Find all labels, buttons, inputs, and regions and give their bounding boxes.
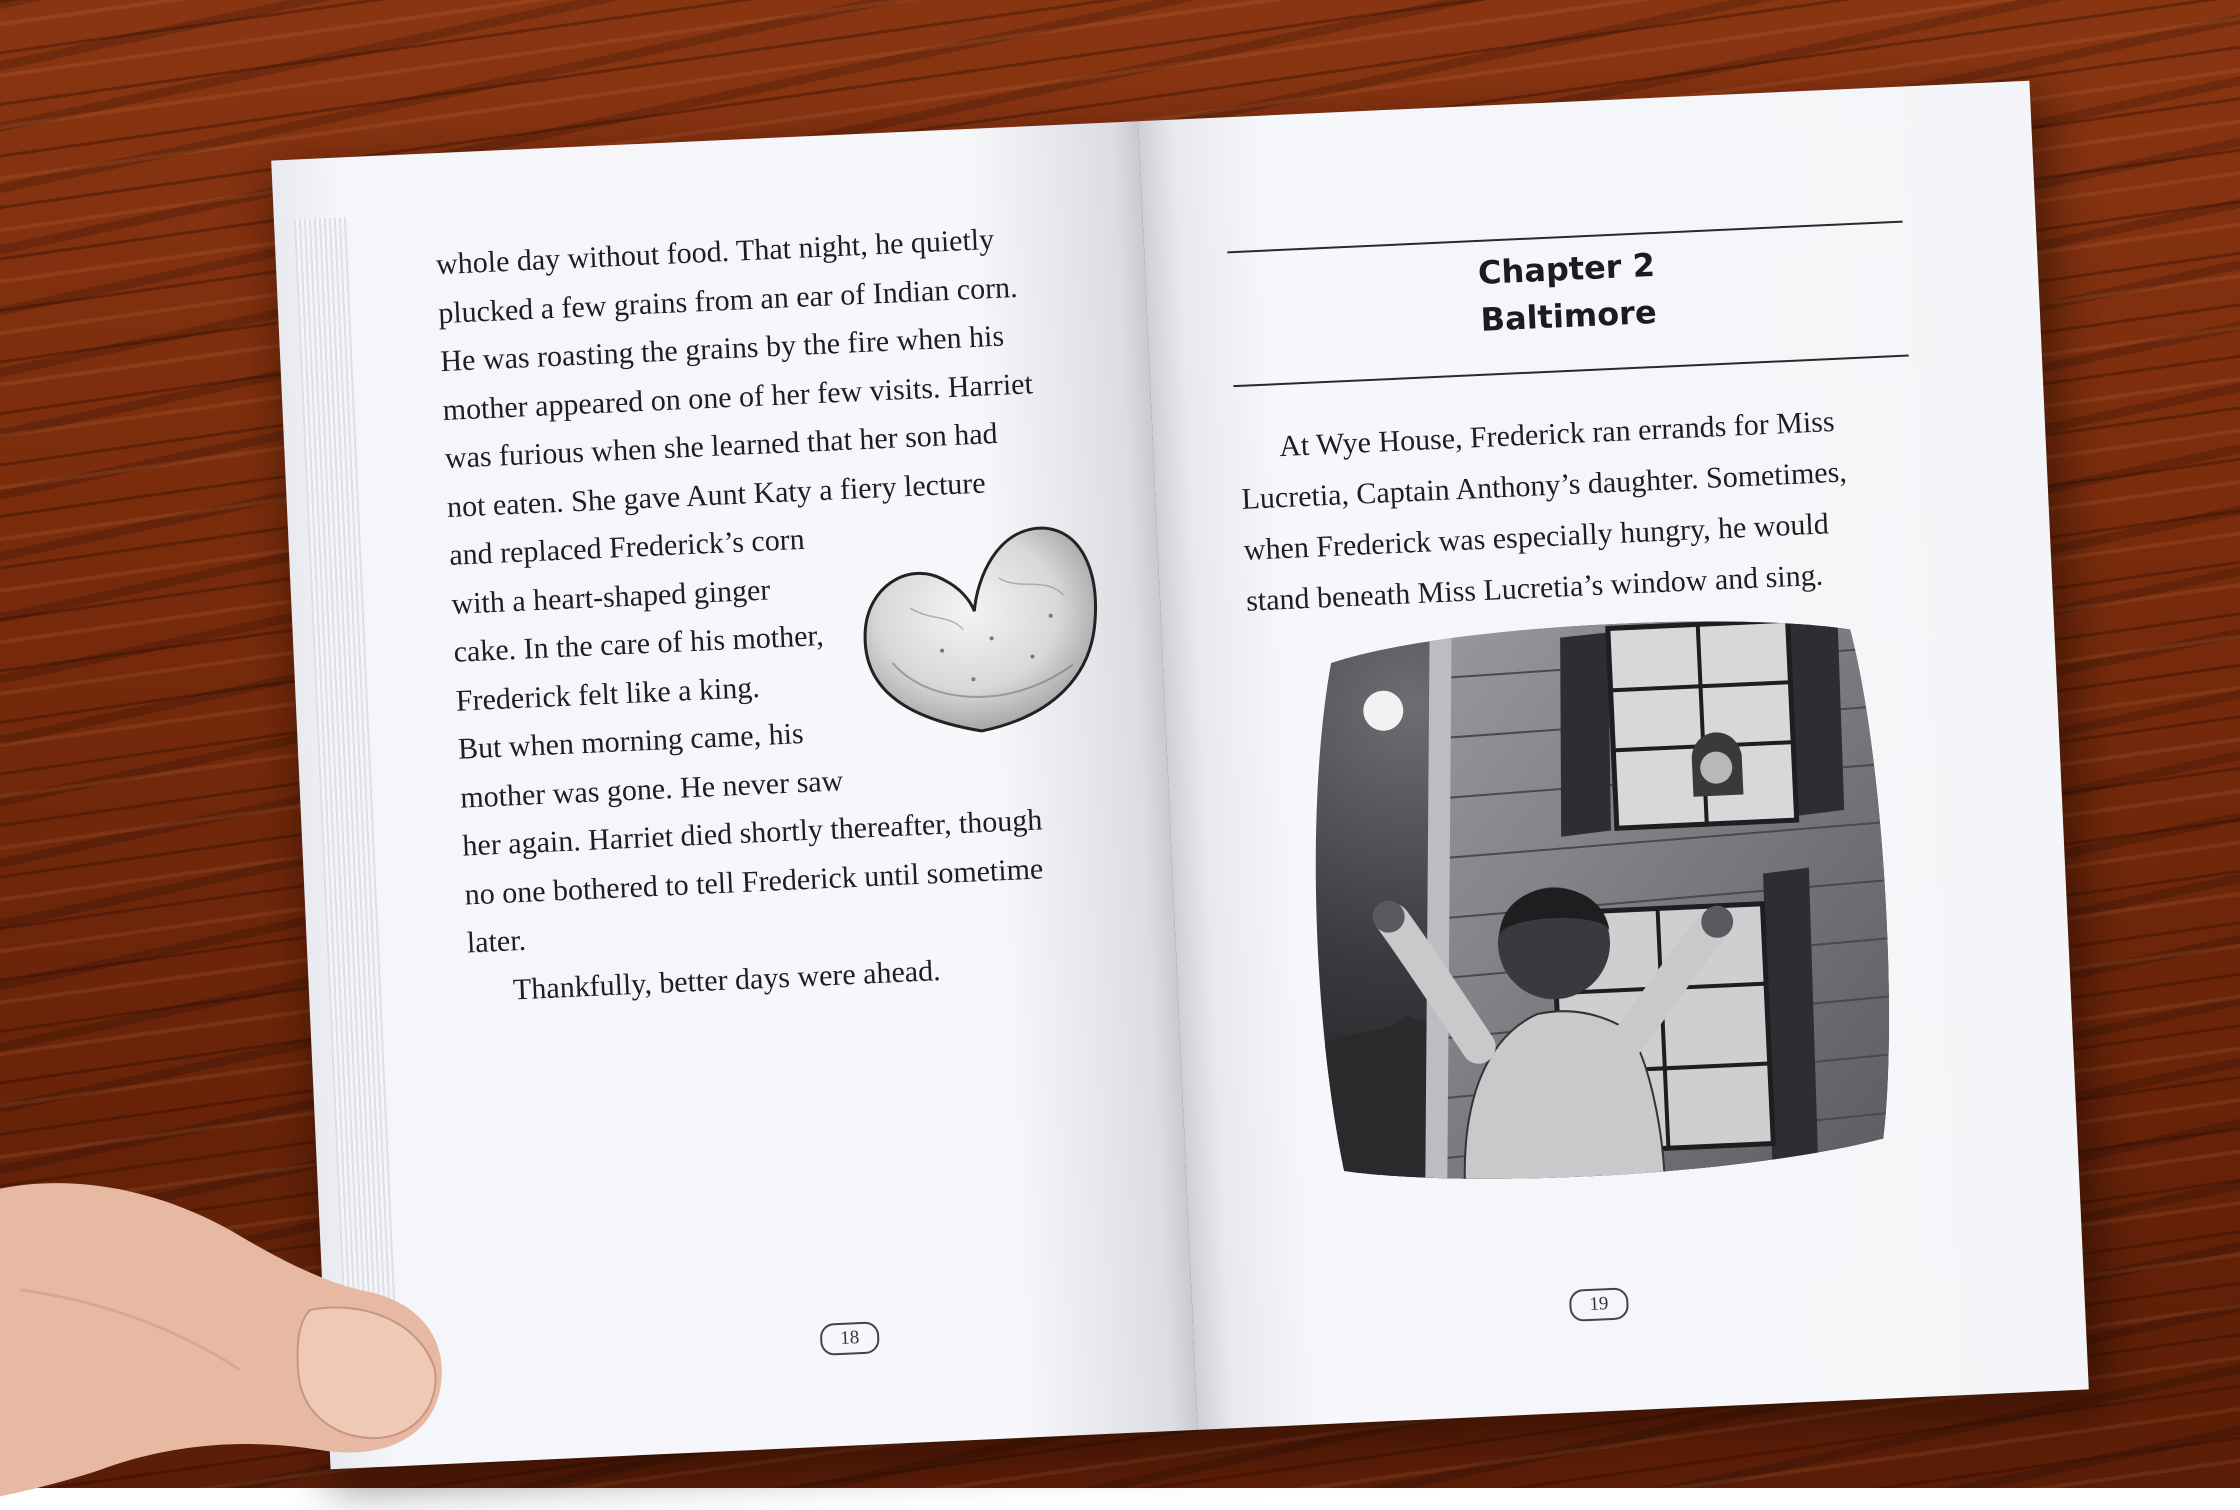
thumb-icon [0, 1183, 442, 1497]
right-page: Chapter 2 Baltimore At Wye House, Freder… [1138, 80, 2089, 1430]
page-number: 19 [1568, 1287, 1630, 1322]
right-page-text: At Wye House, Frederick ran errands for … [1238, 391, 1947, 627]
boy-singing-under-window-icon [1303, 612, 1898, 1189]
page-number: 18 [819, 1321, 880, 1356]
chapter-rule-bottom [1233, 354, 1909, 388]
chapter-heading: Chapter 2 Baltimore [1228, 231, 1908, 356]
heart-ginger-cake-icon [863, 526, 1097, 733]
open-book-spread: whole day without food. That night, he q… [271, 80, 2089, 1470]
